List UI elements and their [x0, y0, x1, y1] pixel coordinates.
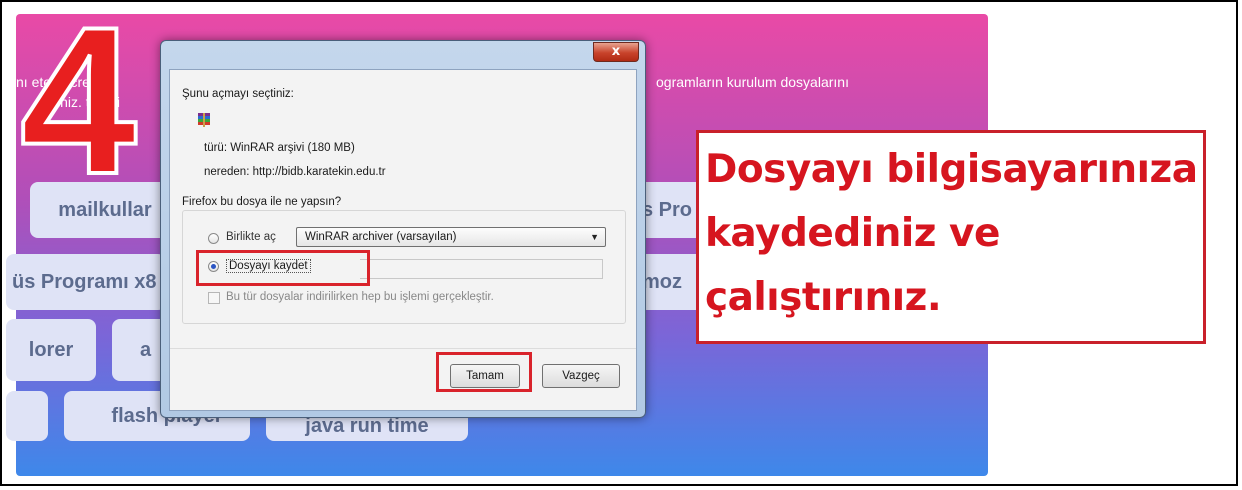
close-icon: x [611, 44, 621, 59]
winrar-file-icon [196, 112, 212, 131]
cancel-button[interactable]: Vazgeç [542, 364, 620, 388]
dialog-body: Şunu açmayı seçtiniz: türü: WinRAR arşiv… [169, 69, 637, 411]
tile-label: moz [642, 270, 682, 293]
file-source-text: nereden: http://bidb.karatekin.edu.tr [204, 166, 386, 178]
step-number: 4 [18, 0, 139, 218]
instruction-line-1: Dosyayı bilgisayarınıza [705, 147, 1198, 192]
tile-label: üs Programı x8 [12, 270, 157, 293]
file-type-text: türü: WinRAR arşivi (180 MB) [204, 142, 355, 154]
dialog-heading: Şunu açmayı seçtiniz: [182, 88, 294, 100]
intro-text-right: ogramların kurulum dosyalarını [656, 74, 849, 90]
open-with-select[interactable]: WinRAR archiver (varsayılan) ▼ [296, 227, 606, 247]
remember-checkbox[interactable] [208, 292, 220, 304]
screenshot-frame: nı eteğ ücrets ogramların kurulum dosyal… [0, 0, 1238, 486]
tile-antivirus-x86[interactable]: üs Programı x8 [6, 254, 166, 310]
chevron-down-icon: ▼ [590, 232, 599, 242]
tile-label: s Pro [642, 198, 693, 221]
button-divider [170, 348, 636, 349]
open-with-radio[interactable] [208, 233, 219, 244]
instruction-line-3: çalıştırınız. [705, 275, 942, 320]
remember-label: Bu tür dosyalar indirilirken hep bu işle… [226, 291, 494, 303]
tile-label: a [140, 338, 152, 361]
open-with-label[interactable]: Birlikte aç [226, 231, 276, 243]
open-with-app: WinRAR archiver (varsayılan) [305, 231, 457, 243]
save-option-highlight [196, 250, 370, 286]
tile-label: lorer [28, 338, 74, 361]
instruction-line-2: kaydediniz ve [705, 211, 1000, 256]
ok-button-highlight [436, 352, 532, 392]
tile-partial[interactable] [6, 391, 48, 441]
action-question: Firefox bu dosya ile ne yapsın? [182, 196, 342, 208]
tile-internet-explorer[interactable]: lorer [6, 319, 96, 381]
close-button[interactable]: x [593, 42, 639, 62]
firefox-download-dialog: x Şunu açmayı seçtiniz: türü: WinRAR arş… [160, 40, 646, 418]
save-file-row-outline [360, 259, 603, 279]
instruction-box: Dosyayı bilgisayarınıza kaydediniz ve ça… [696, 130, 1206, 344]
